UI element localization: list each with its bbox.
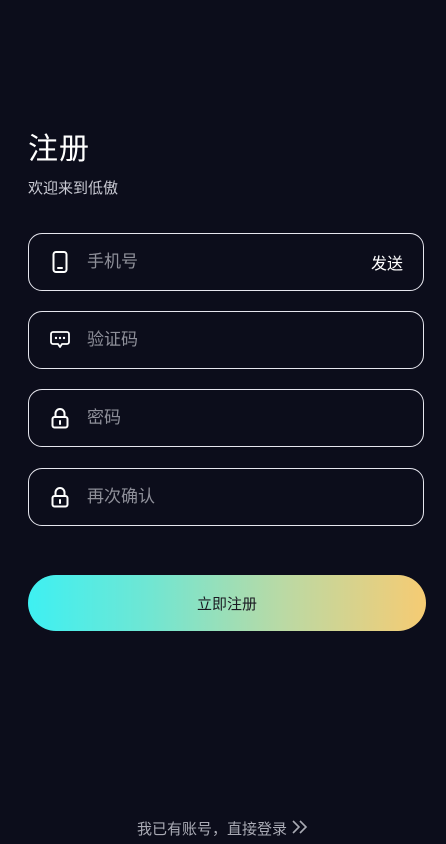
login-link[interactable]: 我已有账号，直接登录 [0,818,446,839]
page-subtitle: 欢迎来到低傲 [28,179,119,197]
verification-code-field[interactable] [28,311,424,369]
password-field[interactable] [28,389,424,447]
phone-field[interactable]: 发送 [28,233,424,291]
phone-icon [49,251,71,273]
login-link-label: 我已有账号，直接登录 [136,820,287,838]
phone-input[interactable] [85,251,371,273]
confirm-password-input[interactable] [85,486,423,508]
password-input[interactable] [85,407,423,429]
double-chevron-right-icon [291,819,309,839]
confirm-password-field[interactable] [28,468,424,526]
lock-icon [49,486,71,508]
page-title: 注册 [28,132,90,167]
send-code-button[interactable]: 发送 [371,250,403,274]
lock-icon [49,407,71,429]
register-button[interactable]: 立即注册 [28,575,426,631]
message-icon [49,329,71,351]
verification-code-input[interactable] [85,329,423,351]
register-screen: 注册 欢迎来到低傲 发送 [0,0,446,844]
